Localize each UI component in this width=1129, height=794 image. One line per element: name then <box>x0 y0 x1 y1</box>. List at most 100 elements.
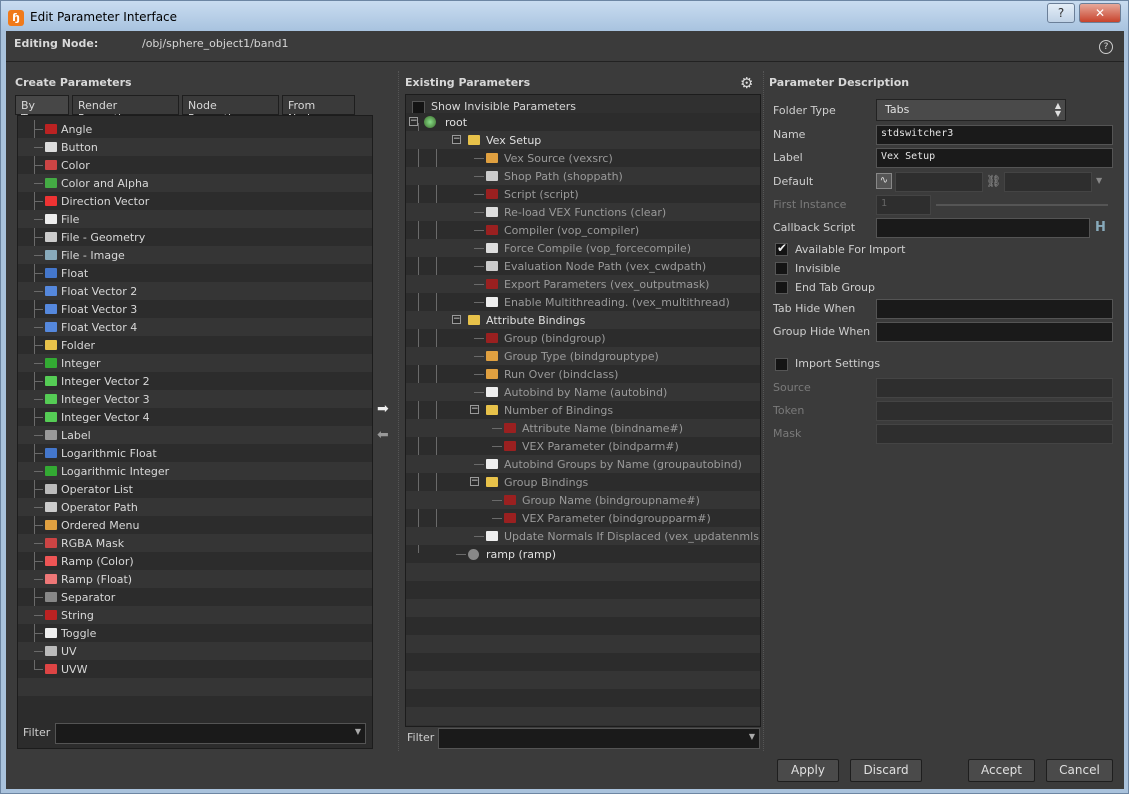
parameter-type-item[interactable]: Float Vector 4 <box>18 318 372 336</box>
first-instance-field[interactable]: 1 <box>876 195 931 215</box>
parameter-type-item[interactable]: Label <box>18 426 372 444</box>
parameter-type-item[interactable]: Ramp (Color) <box>18 552 372 570</box>
filter-dropdown-icon[interactable]: ▼ <box>355 727 361 736</box>
tree-node[interactable]: Shop Path (shoppath) <box>406 167 760 185</box>
apply-button[interactable]: Apply <box>777 759 839 782</box>
parameter-type-item[interactable]: Separator <box>18 588 372 606</box>
gear-icon[interactable]: ⚙ <box>740 74 753 92</box>
tree-node[interactable]: VEX Parameter (bindgroupparm#) <box>406 509 760 527</box>
parameter-type-item[interactable]: Integer <box>18 354 372 372</box>
parameter-type-item[interactable]: String <box>18 606 372 624</box>
parameter-type-item[interactable]: Operator Path <box>18 498 372 516</box>
collapse-icon[interactable]: − <box>470 405 479 414</box>
add-parameter-arrow-icon[interactable]: ➡ <box>377 401 389 417</box>
default-dropdown-icon[interactable]: ▼ <box>1096 176 1102 185</box>
tab-hide-when-field[interactable] <box>876 299 1113 319</box>
discard-button[interactable]: Discard <box>850 759 922 782</box>
invisible-checkbox[interactable] <box>775 262 788 275</box>
tree-node[interactable]: Force Compile (vop_forcecompile) <box>406 239 760 257</box>
tree-node[interactable]: − Attribute Bindings <box>406 311 760 329</box>
parameter-type-item[interactable]: RGBA Mask <box>18 534 372 552</box>
tree-root-node[interactable]: − root <box>406 113 760 131</box>
tree-node[interactable]: Update Normals If Displaced (vex_updaten… <box>406 527 760 545</box>
create-filter-input[interactable]: ▼ <box>55 723 366 744</box>
parameter-tree[interactable]: − root − Vex Setup Vex Source (vexsrc) Shop P… <box>406 113 760 725</box>
filter-dropdown-icon[interactable]: ▼ <box>749 732 755 741</box>
window-close-button[interactable]: ✕ <box>1079 3 1121 23</box>
tree-node[interactable]: Compiler (vop_compiler) <box>406 221 760 239</box>
collapse-icon[interactable]: − <box>452 135 461 144</box>
tree-node[interactable]: Group Type (bindgrouptype) <box>406 347 760 365</box>
import-settings-checkbox[interactable] <box>775 358 788 371</box>
tree-node[interactable]: Evaluation Node Path (vex_cwdpath) <box>406 257 760 275</box>
parameter-type-item[interactable]: Integer Vector 4 <box>18 408 372 426</box>
parameter-type-item[interactable]: Integer Vector 2 <box>18 372 372 390</box>
tree-node[interactable]: Enable Multithreading. (vex_multithread) <box>406 293 760 311</box>
available-for-import-checkbox[interactable]: ✔ <box>775 241 788 256</box>
parameter-type-item[interactable]: Direction Vector <box>18 192 372 210</box>
source-field[interactable] <box>876 378 1113 398</box>
cancel-button[interactable]: Cancel <box>1046 759 1113 782</box>
parameter-type-item[interactable]: Integer Vector 3 <box>18 390 372 408</box>
parameter-type-item[interactable]: Float Vector 3 <box>18 300 372 318</box>
parameter-type-item[interactable]: Angle <box>18 120 372 138</box>
parameter-type-item[interactable]: File - Image <box>18 246 372 264</box>
tree-node[interactable]: Attribute Name (bindname#) <box>406 419 760 437</box>
tree-node[interactable]: Autobind Groups by Name (groupautobind) <box>406 455 760 473</box>
token-field[interactable] <box>876 401 1113 421</box>
tree-node[interactable]: − Vex Setup <box>406 131 760 149</box>
tree-node[interactable]: VEX Parameter (bindparm#) <box>406 437 760 455</box>
create-parameters-list[interactable]: Angle Button Color Color and Alpha Direction… <box>17 115 373 749</box>
accept-button[interactable]: Accept <box>968 759 1035 782</box>
parameter-type-item[interactable]: Logarithmic Float <box>18 444 372 462</box>
window-help-button[interactable]: ? <box>1047 3 1075 23</box>
end-tab-group-checkbox[interactable] <box>775 281 788 294</box>
tree-node[interactable]: Autobind by Name (autobind) <box>406 383 760 401</box>
parameter-type-item[interactable]: Ramp (Float) <box>18 570 372 588</box>
collapse-icon[interactable]: − <box>409 117 418 126</box>
first-instance-slider[interactable] <box>936 204 1108 206</box>
group-hide-when-field[interactable] <box>876 322 1113 342</box>
tree-node[interactable]: Script (script) <box>406 185 760 203</box>
default-value-field-2[interactable] <box>1004 172 1092 192</box>
label-field[interactable]: Vex Setup <box>876 148 1113 168</box>
tree-node[interactable]: − Group Bindings <box>406 473 760 491</box>
tab-by-type[interactable]: By Type <box>15 95 69 125</box>
parameter-type-item[interactable]: Color and Alpha <box>18 174 372 192</box>
link-icon[interactable]: ⛓ <box>986 174 1001 188</box>
tree-node[interactable]: ramp (ramp) <box>406 545 760 563</box>
parameter-type-item[interactable]: Logarithmic Integer <box>18 462 372 480</box>
parameter-type-item[interactable]: File - Geometry <box>18 228 372 246</box>
parameter-type-item[interactable]: Ordered Menu <box>18 516 372 534</box>
parameter-type-item[interactable]: UV <box>18 642 372 660</box>
tab-render-properties[interactable]: Render Properties <box>72 95 179 125</box>
parameter-type-item[interactable]: UVW <box>18 660 372 678</box>
collapse-icon[interactable]: − <box>470 477 479 486</box>
help-circle-icon[interactable]: ? <box>1099 40 1113 54</box>
tree-node[interactable]: Group (bindgroup) <box>406 329 760 347</box>
callback-script-field[interactable] <box>876 218 1090 238</box>
parameter-type-item[interactable]: Operator List <box>18 480 372 498</box>
default-value-field[interactable] <box>895 172 983 192</box>
name-field[interactable]: stdswitcher3 <box>876 125 1113 145</box>
parameter-type-item[interactable]: Float <box>18 264 372 282</box>
tree-node[interactable]: Vex Source (vexsrc) <box>406 149 760 167</box>
tab-from-nodes[interactable]: From Nodes <box>282 95 355 125</box>
remove-parameter-arrow-icon[interactable]: ⬅ <box>377 427 389 443</box>
expression-icon[interactable]: ∿ <box>876 173 892 189</box>
tree-node[interactable]: Re-load VEX Functions (clear) <box>406 203 760 221</box>
splitter-left[interactable] <box>398 71 401 751</box>
parameter-type-item[interactable]: File <box>18 210 372 228</box>
parameter-type-item[interactable]: Float Vector 2 <box>18 282 372 300</box>
parameter-type-item[interactable]: Folder <box>18 336 372 354</box>
parameter-type-item[interactable]: Button <box>18 138 372 156</box>
tree-node[interactable]: Export Parameters (vex_outputmask) <box>406 275 760 293</box>
tree-node[interactable]: − Number of Bindings <box>406 401 760 419</box>
collapse-icon[interactable]: − <box>452 315 461 324</box>
mask-field[interactable] <box>876 424 1113 444</box>
tab-node-properties[interactable]: Node Properties <box>182 95 279 125</box>
tree-node[interactable]: Run Over (bindclass) <box>406 365 760 383</box>
existing-filter-input[interactable]: ▼ <box>438 728 760 749</box>
tree-node[interactable]: Group Name (bindgroupname#) <box>406 491 760 509</box>
script-language-icon[interactable]: H <box>1095 220 1106 235</box>
